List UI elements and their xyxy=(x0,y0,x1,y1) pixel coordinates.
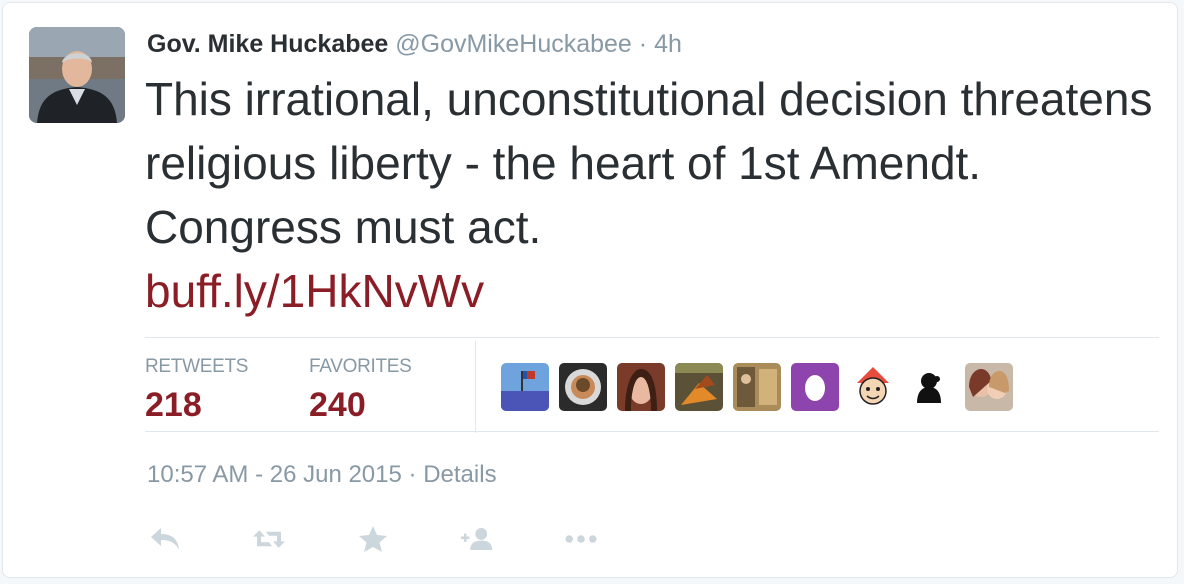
favoriter-avatar[interactable] xyxy=(617,363,665,411)
favoriter-avatar[interactable] xyxy=(849,363,897,411)
retweets-count: 218 xyxy=(145,386,202,424)
tweet-meta: 10:57 AM - 26 Jun 2015 · Details xyxy=(147,461,497,489)
author-handle[interactable]: @GovMikeHuckabee xyxy=(395,30,632,58)
more-icon xyxy=(565,535,597,543)
favoriter-avatar[interactable] xyxy=(791,363,839,411)
tweet-timestamp: 10:57 AM - 26 Jun 2015 xyxy=(147,461,402,488)
favoriter-avatar[interactable] xyxy=(675,363,723,411)
favoriter-avatar[interactable] xyxy=(907,363,955,411)
favorites-label: FAVORITES xyxy=(309,356,412,377)
favoriter-avatar[interactable] xyxy=(733,363,781,411)
stats-divider-bottom xyxy=(145,431,1159,432)
details-link[interactable]: Details xyxy=(423,461,496,488)
follow-button[interactable] xyxy=(461,523,493,555)
favorites-stat[interactable]: FAVORITES 240 xyxy=(309,355,412,427)
tweet-time-ago[interactable]: 4h xyxy=(654,30,682,58)
favoriter-avatar[interactable] xyxy=(965,363,1013,411)
tweet-body: This irrational, unconstitutional decisi… xyxy=(145,73,1153,253)
tweet-link[interactable]: buff.ly/1HkNvWv xyxy=(145,259,1155,323)
follow-icon xyxy=(461,528,493,550)
retweets-stat[interactable]: RETWEETS 218 xyxy=(145,355,248,427)
more-button[interactable] xyxy=(565,523,597,555)
retweet-icon xyxy=(253,530,285,548)
author-name[interactable]: Gov. Mike Huckabee xyxy=(147,30,388,58)
tweet-card: Gov. Mike Huckabee @GovMikeHuckabee · 4h… xyxy=(2,2,1178,578)
reply-button[interactable] xyxy=(149,523,181,555)
favorite-icon xyxy=(359,526,387,552)
favoriters-list xyxy=(501,363,1013,411)
meta-separator: · xyxy=(408,461,417,488)
tweet-text: This irrational, unconstitutional decisi… xyxy=(145,67,1155,323)
header-separator: · xyxy=(638,30,648,58)
reply-icon xyxy=(151,528,179,550)
retweets-label: RETWEETS xyxy=(145,356,249,377)
favorite-button[interactable] xyxy=(357,523,389,555)
stats-vertical-divider xyxy=(475,341,476,433)
stats-divider-top xyxy=(145,337,1159,338)
favoriter-avatar[interactable] xyxy=(559,363,607,411)
retweet-button[interactable] xyxy=(253,523,285,555)
tweet-header: Gov. Mike Huckabee @GovMikeHuckabee · 4h xyxy=(147,27,682,61)
favorites-count: 240 xyxy=(309,386,366,424)
tweet-actions xyxy=(149,523,669,555)
author-avatar[interactable] xyxy=(29,27,125,123)
favoriter-avatar[interactable] xyxy=(501,363,549,411)
